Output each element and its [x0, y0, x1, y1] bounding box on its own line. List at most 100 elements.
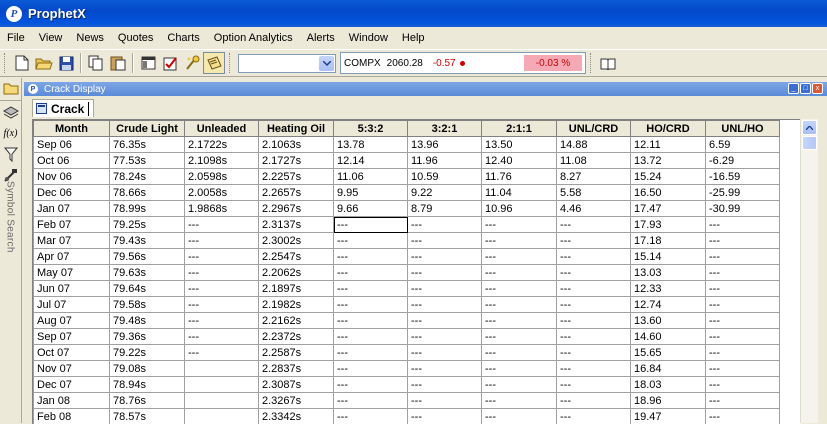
table-cell[interactable]: -6.29 — [706, 153, 780, 169]
col-header-ho-crd[interactable]: HO/CRD — [631, 121, 706, 137]
menu-news[interactable]: News — [69, 27, 111, 49]
table-row[interactable]: Jul 0779.58s---2.1982s------------12.74-… — [34, 297, 780, 313]
table-cell[interactable]: 2.3002s — [259, 233, 334, 249]
table-cell[interactable]: 2.2587s — [259, 345, 334, 361]
table-cell[interactable]: 14.60 — [631, 329, 706, 345]
notepad-icon[interactable] — [203, 52, 225, 74]
table-cell[interactable]: 13.96 — [408, 137, 482, 153]
table-cell[interactable]: 2.1098s — [185, 153, 259, 169]
table-cell[interactable]: --- — [185, 233, 259, 249]
table-cell[interactable]: --- — [334, 217, 408, 233]
table-cell[interactable]: 76.35s — [110, 137, 185, 153]
table-cell[interactable]: --- — [482, 377, 557, 393]
table-cell[interactable]: 2.1727s — [259, 153, 334, 169]
table-cell[interactable]: --- — [408, 281, 482, 297]
open-folder-icon[interactable] — [33, 52, 55, 74]
table-cell[interactable]: --- — [557, 249, 631, 265]
table-cell[interactable]: 79.58s — [110, 297, 185, 313]
funnel-icon[interactable] — [0, 144, 21, 165]
table-cell[interactable]: --- — [482, 361, 557, 377]
table-cell[interactable]: 6.59 — [706, 137, 780, 153]
table-cell[interactable]: --- — [557, 345, 631, 361]
table-cell[interactable]: --- — [334, 233, 408, 249]
table-cell[interactable]: Jan 08 — [34, 393, 110, 409]
table-cell[interactable]: --- — [334, 361, 408, 377]
minimize-button[interactable]: _ — [788, 83, 799, 94]
table-cell[interactable]: --- — [408, 249, 482, 265]
table-row[interactable]: Dec 0678.66s2.0058s2.2657s9.959.2211.045… — [34, 185, 780, 201]
table-cell[interactable]: --- — [334, 265, 408, 281]
table-cell[interactable]: 11.76 — [482, 169, 557, 185]
table-cell[interactable]: 78.24s — [110, 169, 185, 185]
table-cell[interactable]: Jun 07 — [34, 281, 110, 297]
col-header-532[interactable]: 5:3:2 — [334, 121, 408, 137]
table-cell[interactable]: 2.2837s — [259, 361, 334, 377]
table-cell[interactable]: --- — [557, 265, 631, 281]
table-cell[interactable]: 13.03 — [631, 265, 706, 281]
chevron-down-icon[interactable] — [319, 56, 334, 71]
table-cell[interactable]: 2.1063s — [259, 137, 334, 153]
table-cell[interactable]: --- — [482, 329, 557, 345]
col-header-321[interactable]: 3:2:1 — [408, 121, 482, 137]
table-cell[interactable]: 2.2967s — [259, 201, 334, 217]
table-cell[interactable]: 12.74 — [631, 297, 706, 313]
table-cell[interactable]: 79.08s — [110, 361, 185, 377]
table-cell[interactable]: 79.56s — [110, 249, 185, 265]
table-row[interactable]: Jun 0779.64s---2.1897s------------12.33-… — [34, 281, 780, 297]
table-cell[interactable]: --- — [334, 345, 408, 361]
table-row[interactable]: Sep 0779.36s---2.2372s------------14.60-… — [34, 329, 780, 345]
table-cell[interactable]: 2.3087s — [259, 377, 334, 393]
table-cell[interactable]: 9.95 — [334, 185, 408, 201]
table-cell[interactable]: --- — [557, 313, 631, 329]
table-cell[interactable]: 12.33 — [631, 281, 706, 297]
menu-option-analytics[interactable]: Option Analytics — [207, 27, 300, 49]
table-cell[interactable]: May 07 — [34, 265, 110, 281]
table-cell[interactable]: 2.0058s — [185, 185, 259, 201]
table-cell[interactable]: 2.1897s — [259, 281, 334, 297]
table-cell[interactable]: --- — [334, 313, 408, 329]
table-cell[interactable]: 13.72 — [631, 153, 706, 169]
table-cell[interactable]: --- — [557, 297, 631, 313]
table-cell[interactable]: --- — [408, 313, 482, 329]
table-cell[interactable] — [185, 409, 259, 424]
table-cell[interactable]: --- — [408, 329, 482, 345]
table-cell[interactable]: 79.36s — [110, 329, 185, 345]
table-cell[interactable]: 16.50 — [631, 185, 706, 201]
tab-crack[interactable]: Crack — [32, 99, 94, 117]
table-cell[interactable]: --- — [557, 377, 631, 393]
table-cell[interactable]: 2.3342s — [259, 409, 334, 424]
table-cell[interactable]: --- — [706, 233, 780, 249]
table-row[interactable]: Sep 0676.35s2.1722s2.1063s13.7813.9613.5… — [34, 137, 780, 153]
table-cell[interactable]: 9.66 — [334, 201, 408, 217]
table-cell[interactable]: 10.59 — [408, 169, 482, 185]
table-cell[interactable]: 19.47 — [631, 409, 706, 424]
table-cell[interactable]: 11.04 — [482, 185, 557, 201]
table-cell[interactable]: --- — [334, 281, 408, 297]
child-titlebar[interactable]: P Crack Display _ □ x — [24, 82, 827, 96]
table-cell[interactable]: Oct 06 — [34, 153, 110, 169]
table-cell[interactable]: --- — [408, 265, 482, 281]
table-cell[interactable]: --- — [482, 233, 557, 249]
table-cell[interactable]: 2.2547s — [259, 249, 334, 265]
table-cell[interactable]: --- — [185, 329, 259, 345]
table-cell[interactable]: 18.96 — [631, 393, 706, 409]
table-row[interactable]: Feb 0779.25s---2.3137s------------17.93-… — [34, 217, 780, 233]
folder-icon[interactable] — [0, 78, 21, 99]
table-cell[interactable]: --- — [557, 409, 631, 424]
scroll-up-button[interactable] — [802, 120, 817, 135]
table-cell[interactable]: Nov 06 — [34, 169, 110, 185]
table-cell[interactable]: --- — [185, 281, 259, 297]
table-cell[interactable]: --- — [482, 217, 557, 233]
table-cell[interactable]: --- — [408, 233, 482, 249]
table-cell[interactable]: --- — [334, 409, 408, 424]
table-cell[interactable]: 2.2257s — [259, 169, 334, 185]
table-cell[interactable]: --- — [185, 313, 259, 329]
checklist-icon[interactable] — [159, 52, 181, 74]
table-cell[interactable]: --- — [185, 249, 259, 265]
table-cell[interactable]: 79.22s — [110, 345, 185, 361]
col-header-unl-ho[interactable]: UNL/HO — [706, 121, 780, 137]
table-cell[interactable]: --- — [557, 329, 631, 345]
layers-icon[interactable] — [0, 102, 21, 123]
table-cell[interactable]: --- — [706, 345, 780, 361]
table-cell[interactable]: --- — [334, 249, 408, 265]
